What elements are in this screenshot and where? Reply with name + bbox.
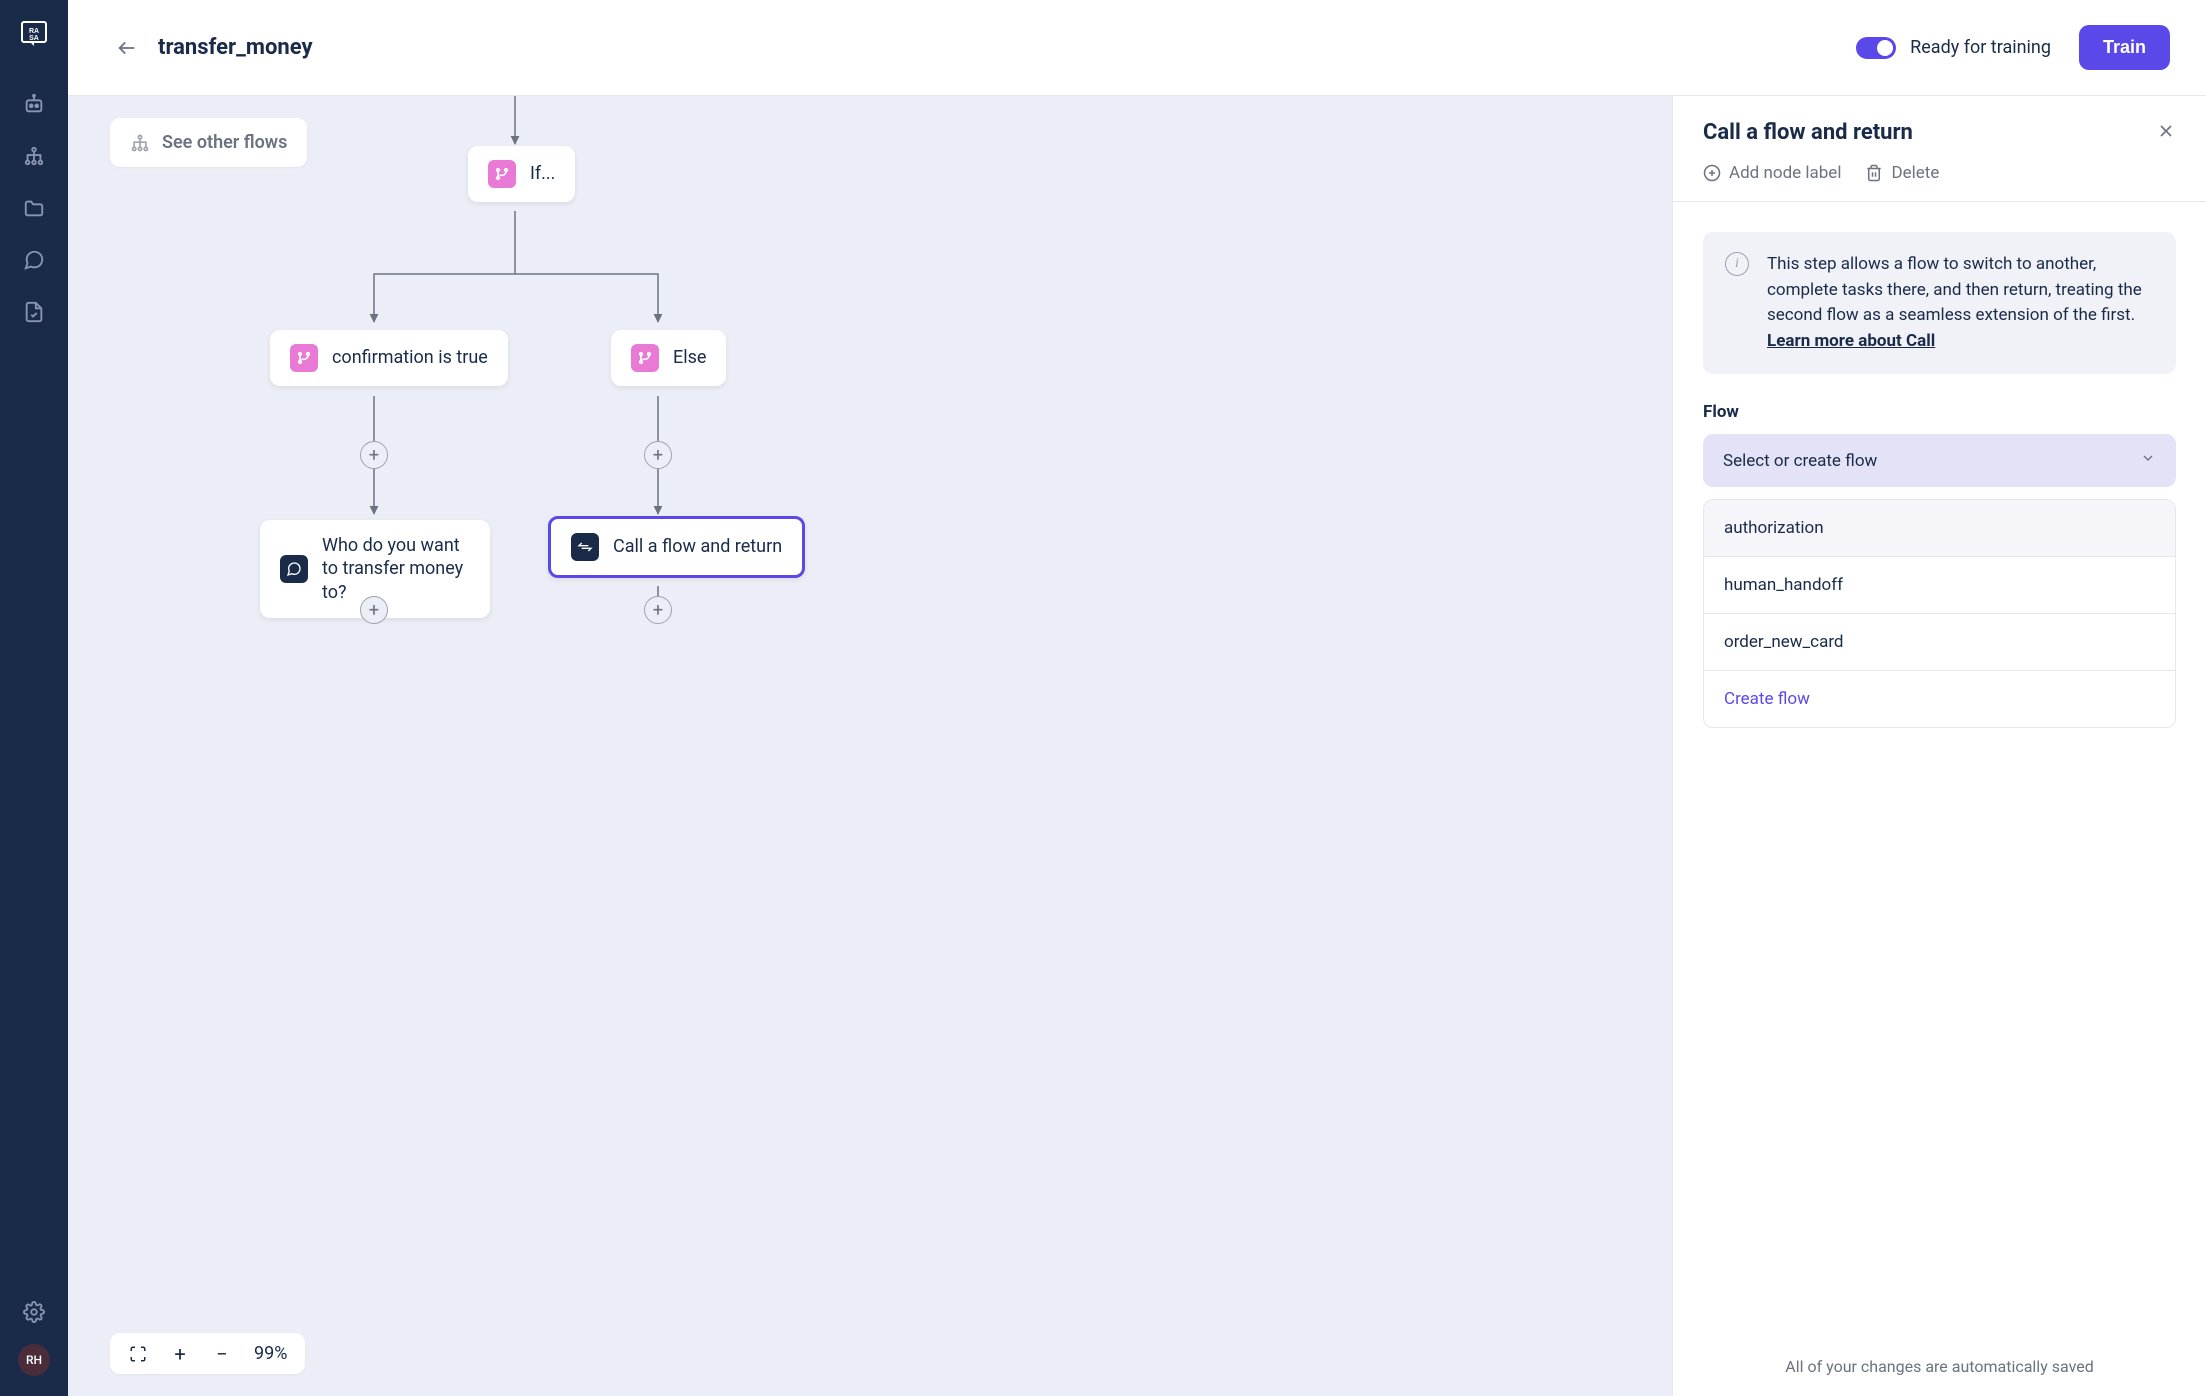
node-label: If... xyxy=(530,162,555,185)
dropdown-option-order-new-card[interactable]: order_new_card xyxy=(1704,614,2175,671)
learn-more-link[interactable]: Learn more about Call xyxy=(1767,331,1935,351)
add-node-button[interactable]: + xyxy=(644,441,672,469)
toggle-label: Ready for training xyxy=(1910,37,2051,58)
sidebar: RA SA RH xyxy=(0,0,68,1396)
autosave-notice: All of your changes are automatically sa… xyxy=(1673,1337,2206,1396)
dropdown-option-human-handoff[interactable]: human_handoff xyxy=(1704,557,2175,614)
panel-title: Call a flow and return xyxy=(1703,120,1913,145)
node-label: Call a flow and return xyxy=(613,535,782,558)
create-flow-option[interactable]: Create flow xyxy=(1704,671,2175,727)
flows-icon[interactable] xyxy=(22,144,46,168)
chevron-down-icon xyxy=(2140,450,2156,471)
node-if[interactable]: If... xyxy=(468,146,575,202)
flow-dropdown: authorization human_handoff order_new_ca… xyxy=(1703,499,2176,728)
page-title: transfer_money xyxy=(158,35,313,60)
svg-text:RA: RA xyxy=(29,28,39,35)
back-button[interactable] xyxy=(116,37,138,59)
settings-icon[interactable] xyxy=(22,1300,46,1324)
delete-button[interactable]: Delete xyxy=(1865,163,1939,183)
chat-icon[interactable] xyxy=(22,248,46,272)
flow-field-label: Flow xyxy=(1703,402,2176,422)
bot-icon[interactable] xyxy=(22,92,46,116)
node-call-flow[interactable]: Call a flow and return xyxy=(548,516,805,578)
zoom-in-button[interactable]: + xyxy=(170,1344,190,1364)
add-node-label-button[interactable]: Add node label xyxy=(1703,163,1841,183)
zoom-controls: + − 99% xyxy=(110,1333,305,1374)
close-panel-button[interactable] xyxy=(2156,121,2176,145)
node-label: Who do you want to transfer money to? xyxy=(322,534,470,604)
node-else[interactable]: Else xyxy=(611,330,726,386)
branch-icon xyxy=(290,344,318,372)
node-confirmation-true[interactable]: confirmation is true xyxy=(270,330,508,386)
flow-canvas[interactable]: See other flows xyxy=(68,96,1672,1396)
fullscreen-button[interactable] xyxy=(128,1344,148,1364)
app-logo[interactable]: RA SA xyxy=(20,20,48,52)
message-icon xyxy=(280,555,308,583)
folder-icon[interactable] xyxy=(22,196,46,220)
ready-for-training-toggle[interactable] xyxy=(1856,37,1896,59)
add-node-button[interactable]: + xyxy=(644,596,672,624)
branch-icon xyxy=(631,344,659,372)
branch-icon xyxy=(488,160,516,188)
zoom-out-button[interactable]: − xyxy=(212,1344,232,1364)
add-node-button[interactable]: + xyxy=(360,441,388,469)
info-icon: i xyxy=(1725,252,1749,276)
header: transfer_money Ready for training Train xyxy=(68,0,2206,96)
dropdown-option-authorization[interactable]: authorization xyxy=(1704,500,2175,557)
node-label: confirmation is true xyxy=(332,346,488,369)
properties-panel: Call a flow and return Add node label De xyxy=(1672,96,2206,1396)
svg-text:SA: SA xyxy=(29,35,39,42)
flow-select[interactable]: Select or create flow xyxy=(1703,434,2176,487)
select-placeholder: Select or create flow xyxy=(1723,451,1877,471)
node-label: Else xyxy=(673,346,706,369)
document-icon[interactable] xyxy=(22,300,46,324)
train-button[interactable]: Train xyxy=(2079,25,2170,70)
add-node-label-text: Add node label xyxy=(1729,163,1841,183)
zoom-percent: 99% xyxy=(254,1343,287,1364)
info-box: i This step allows a flow to switch to a… xyxy=(1703,232,2176,374)
add-node-button[interactable]: + xyxy=(360,596,388,624)
swap-icon xyxy=(571,533,599,561)
user-avatar[interactable]: RH xyxy=(18,1344,50,1376)
delete-text: Delete xyxy=(1891,163,1939,183)
info-text: This step allows a flow to switch to ano… xyxy=(1767,254,2142,325)
